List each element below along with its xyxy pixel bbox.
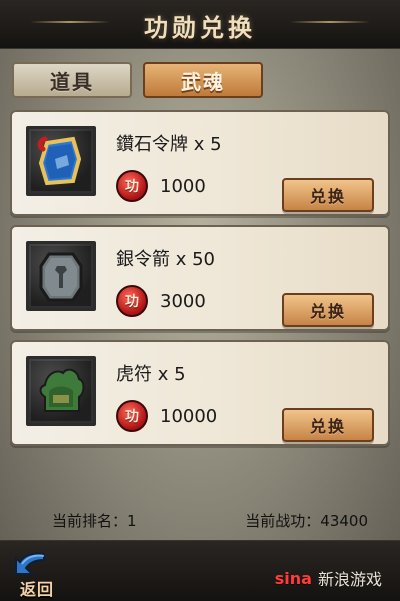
- exchange-list: 鑽石令牌 x 5 功 1000 兑换 銀令箭 x 50 功 3000 兑换 虎符…: [0, 100, 400, 500]
- tab-wuhun-label: 武魂: [181, 69, 225, 94]
- merit-badge-icon: 功: [116, 400, 148, 432]
- footer-stats: 当前排名：1 当前战功：43400: [0, 504, 400, 534]
- current-merit: 当前战功：43400: [245, 512, 368, 530]
- back-button[interactable]: 返回: [10, 548, 74, 599]
- tab-items-label: 道具: [50, 69, 94, 94]
- title-ornament-right: [290, 21, 370, 23]
- tab-wuhun[interactable]: 武魂: [143, 62, 263, 98]
- silver-token-arrow-icon: [26, 241, 96, 311]
- cost-row: 功 1000: [116, 170, 206, 202]
- title-bar: 功勋兑换: [0, 0, 400, 49]
- tab-items[interactable]: 道具: [12, 62, 132, 98]
- item-name: 虎符 x 5: [116, 364, 186, 385]
- item-cost: 1000: [160, 175, 206, 197]
- exchange-button[interactable]: 兑换: [282, 293, 374, 327]
- cost-row: 功 3000: [116, 285, 206, 317]
- tiger-tally-svg: [39, 368, 85, 412]
- merit-badge-icon: 功: [116, 170, 148, 202]
- watermark: sina 新浪游戏: [275, 566, 382, 590]
- item-name: 鑽石令牌 x 5: [116, 134, 222, 155]
- silver-token-svg: [39, 252, 83, 302]
- merit-badge-icon: 功: [116, 285, 148, 317]
- page-title: 功勋兑换: [144, 14, 256, 42]
- sina-logo: sina: [274, 568, 312, 588]
- exchange-button[interactable]: 兑换: [282, 408, 374, 442]
- diamond-token-icon: [26, 126, 96, 196]
- tiger-tally-icon: [26, 356, 96, 426]
- exchange-card-tiger-tally: 虎符 x 5 功 10000 兑换: [10, 340, 390, 446]
- item-name: 銀令箭 x 50: [116, 249, 215, 270]
- cost-row: 功 10000: [116, 400, 217, 432]
- current-rank: 当前排名：1: [52, 512, 137, 530]
- watermark-text: 新浪游戏: [317, 570, 382, 589]
- back-label: 返回: [20, 580, 55, 599]
- item-cost: 10000: [160, 405, 218, 427]
- item-cost: 3000: [160, 290, 206, 312]
- diamond-token-svg: [37, 136, 82, 186]
- exchange-card-diamond-token: 鑽石令牌 x 5 功 1000 兑换: [10, 110, 390, 216]
- exchange-button[interactable]: 兑换: [282, 178, 374, 212]
- exchange-card-silver-arrow-token: 銀令箭 x 50 功 3000 兑换: [10, 225, 390, 331]
